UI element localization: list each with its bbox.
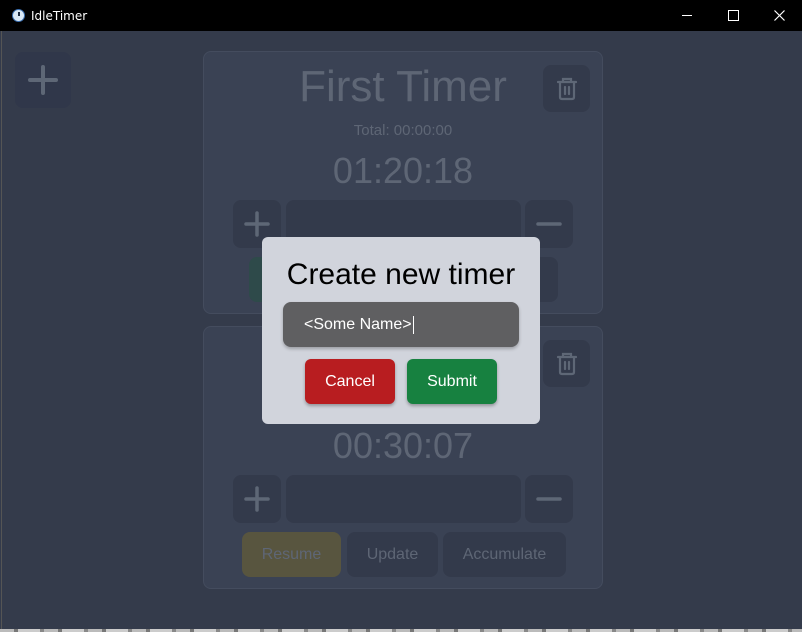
cancel-button[interactable]: Cancel xyxy=(305,359,395,404)
elapsed-time: 01:20:18 xyxy=(332,150,474,191)
plus-icon xyxy=(244,486,270,512)
add-timer-button[interactable] xyxy=(15,52,71,108)
elapsed-time: 00:30:07 xyxy=(332,425,474,466)
maximize-icon xyxy=(727,10,739,21)
trash-icon xyxy=(556,77,577,100)
time-adjust-input[interactable] xyxy=(286,475,521,523)
subtract-time-button[interactable] xyxy=(525,475,573,523)
dialog-title: Create new timer xyxy=(286,258,516,291)
minimize-icon xyxy=(682,15,692,16)
timer-actions: Resume Update Accumulate xyxy=(204,532,602,578)
delete-timer-button[interactable] xyxy=(543,340,590,387)
plus-icon xyxy=(244,211,270,237)
resume-button[interactable]: Resume xyxy=(242,532,341,577)
timer-name-input[interactable]: <Some Name> xyxy=(283,302,519,347)
submit-button[interactable]: Submit xyxy=(407,359,497,404)
minus-icon xyxy=(536,222,562,226)
trash-icon xyxy=(556,352,577,375)
minimize-button[interactable] xyxy=(664,0,710,31)
title-bar: IdleTimer xyxy=(0,0,802,31)
update-button[interactable]: Update xyxy=(347,532,438,577)
maximize-button[interactable] xyxy=(710,0,756,31)
close-icon xyxy=(773,10,785,21)
window-title: IdleTimer xyxy=(31,8,88,23)
text-caret xyxy=(412,315,414,334)
add-time-button[interactable] xyxy=(233,475,281,523)
minus-icon xyxy=(536,497,562,501)
total-time: Total: 00:00:00 xyxy=(353,122,453,139)
create-timer-dialog: Create new timer <Some Name> Cancel Subm… xyxy=(262,237,540,424)
delete-timer-button[interactable] xyxy=(543,65,590,112)
plus-icon xyxy=(27,64,59,96)
stopwatch-icon xyxy=(12,9,25,22)
accumulate-button[interactable]: Accumulate xyxy=(443,532,566,577)
timer-name-value: <Some Name> xyxy=(304,315,412,333)
close-button[interactable] xyxy=(756,0,802,31)
